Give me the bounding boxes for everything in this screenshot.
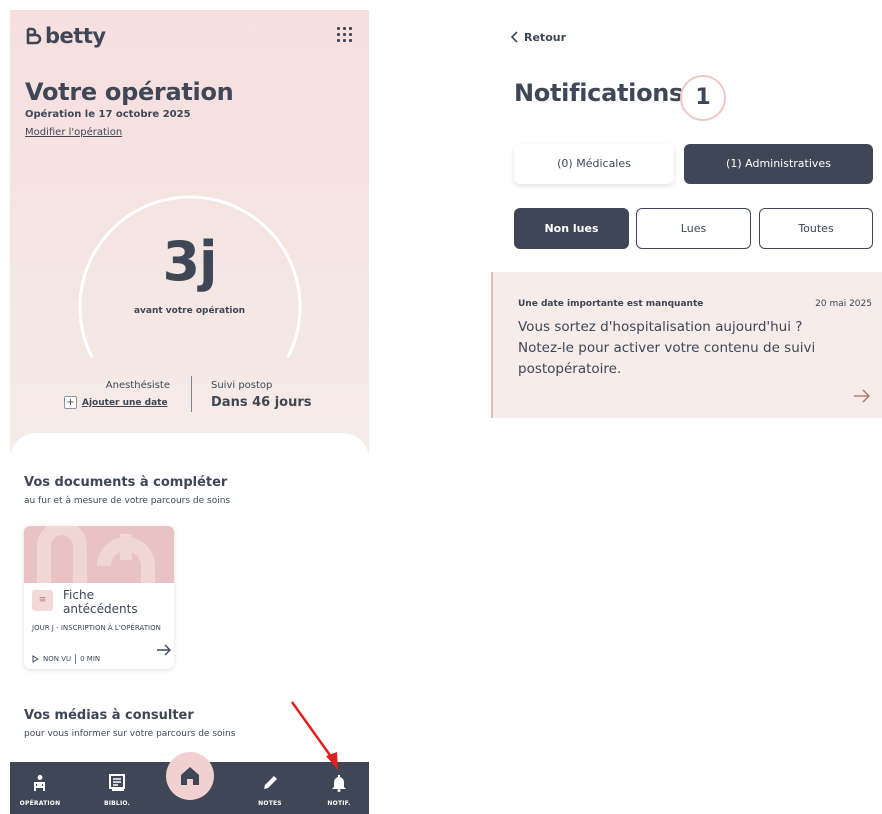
document-card[interactable]: ≡ Fiche antécédents JOUR J - INSCRIPTION… (24, 526, 174, 669)
anesthesist-label: Anesthésiste (105, 380, 170, 391)
library-icon (109, 774, 125, 791)
document-title: Fiche antécédents (63, 588, 138, 616)
chevron-left-icon (510, 31, 518, 43)
bell-icon (332, 775, 346, 792)
postop-value: Dans 46 jours (211, 395, 312, 410)
play-icon (32, 655, 39, 663)
back-button[interactable]: Retour (510, 30, 566, 44)
tab-administratives[interactable]: (1) Administratives (684, 144, 873, 184)
nav-home-button[interactable] (166, 752, 214, 800)
countdown-caption: avant votre opération (133, 306, 246, 316)
add-date-label: Ajouter une date (82, 397, 168, 408)
document-duration: 0 MIN (80, 655, 101, 663)
operation-hero: betty Votre opération Opération le 17 oc… (10, 10, 369, 455)
divider (191, 376, 192, 412)
document-footer: NON VU 0 MIN (32, 654, 100, 664)
tab-medicales[interactable]: (0) Médicales (514, 144, 674, 184)
person-bed-icon (34, 775, 45, 791)
document-card-image (24, 526, 174, 583)
divider (75, 654, 77, 664)
notification-date: 20 mai 2025 (815, 299, 872, 309)
nav-biblio[interactable]: BIBLIO. (87, 762, 147, 814)
filter-non-lues[interactable]: Non lues (514, 208, 629, 249)
document-meta: JOUR J - INSCRIPTION À L'OPÉRATION (32, 624, 161, 632)
documents-title: Vos documents à compléter (24, 475, 228, 490)
page-title: Votre opération (25, 78, 234, 106)
document-list-icon: ≡ (32, 590, 53, 611)
nav-notif[interactable]: NOTIF. (309, 762, 369, 814)
plus-icon: + (64, 396, 77, 409)
arrow-right-icon[interactable] (156, 644, 172, 656)
medias-title: Vos médias à consulter (24, 708, 194, 723)
notification-card[interactable]: Une date importante est manquante 20 mai… (491, 272, 882, 418)
decorative-pattern-icon (37, 526, 155, 583)
nav-biblio-label: BIBLIO. (103, 800, 131, 807)
documents-subtitle: au fur et à mesure de votre parcours de … (24, 496, 231, 506)
back-label: Retour (524, 30, 567, 44)
document-status: NON VU (43, 655, 72, 663)
apps-grid-icon[interactable] (337, 27, 353, 43)
nav-notes[interactable]: NOTES (240, 762, 300, 814)
app-logo[interactable]: betty (25, 24, 106, 48)
app-name: betty (45, 24, 106, 48)
nav-operation[interactable]: OPÉRATION (10, 762, 70, 814)
medias-subtitle: pour vous informer sur votre parcours de… (24, 729, 236, 739)
betty-logo-icon (26, 27, 42, 45)
mobile-screen: betty Votre opération Opération le 17 oc… (10, 10, 369, 814)
nav-operation-label: OPÉRATION (19, 800, 61, 807)
nav-notif-label: NOTIF. (327, 800, 351, 807)
notification-text: Vous sortez d'hospitalisation aujourd'hu… (518, 319, 816, 377)
notification-label: Une date importante est manquante (518, 299, 704, 309)
arrow-right-icon[interactable] (853, 389, 871, 403)
add-date-button[interactable]: + Ajouter une date (64, 396, 168, 409)
filter-toutes[interactable]: Toutes (759, 208, 873, 249)
nav-notes-label: NOTES (258, 800, 282, 807)
pencil-icon (264, 776, 277, 789)
notifications-title: Notifications (514, 79, 684, 107)
postop-label: Suivi postop (211, 380, 273, 391)
operation-date: Opération le 17 octobre 2025 (25, 109, 191, 120)
notifications-count-badge: 1 (680, 75, 726, 121)
home-icon (181, 767, 199, 785)
modify-operation-link[interactable]: Modifier l'opération (25, 127, 122, 138)
countdown-value: 3j (162, 230, 217, 293)
filter-lues[interactable]: Lues (636, 208, 751, 249)
